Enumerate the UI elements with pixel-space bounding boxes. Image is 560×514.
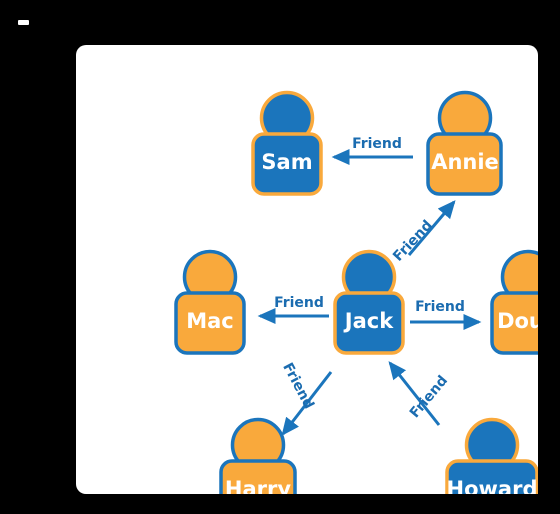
node-label-harry: Harry <box>225 477 291 494</box>
node-label-annie: Annie <box>431 150 499 174</box>
node-label-jack: Jack <box>343 309 394 333</box>
node-label-mac: Mac <box>186 309 234 333</box>
edge-jack-to-doug[interactable]: Friend <box>410 299 482 331</box>
person-node-doug[interactable]: Doug <box>490 249 538 355</box>
person-node-jack[interactable]: Jack <box>333 249 405 355</box>
edge-jack-to-harry[interactable]: Friend <box>279 360 333 436</box>
corner-mark-artifact <box>18 20 29 25</box>
node-label-sam: Sam <box>261 150 312 174</box>
node-label-howard: Howard <box>447 477 538 494</box>
edge-label-jack-harry: Friend <box>279 360 317 412</box>
edge-label-annie-sam: Friend <box>352 136 402 152</box>
edge-jack-to-mac[interactable]: Friend <box>257 295 329 325</box>
person-node-mac[interactable]: Mac <box>174 249 246 355</box>
edge-howard-to-jack[interactable]: Friend <box>388 361 451 426</box>
edge-label-jack-doug: Friend <box>415 299 465 315</box>
person-node-sam[interactable]: Sam <box>251 90 323 196</box>
diagram-canvas-panel: Friend Friend Friend Friend Friend Frien… <box>76 45 538 494</box>
edge-annie-to-sam[interactable]: Friend <box>331 136 413 166</box>
person-node-howard[interactable]: Howard <box>445 417 538 495</box>
screenshot-stage: Friend Friend Friend Friend Friend Frien… <box>0 0 560 514</box>
node-label-doug: Doug <box>497 309 538 333</box>
edge-label-jack-mac: Friend <box>274 295 324 311</box>
person-node-annie[interactable]: Annie <box>426 90 503 196</box>
edge-label-jack-annie: Friend <box>390 217 436 264</box>
edge-jack-to-annie[interactable]: Friend <box>390 200 456 265</box>
friend-network-diagram: Friend Friend Friend Friend Friend Frien… <box>174 90 538 495</box>
